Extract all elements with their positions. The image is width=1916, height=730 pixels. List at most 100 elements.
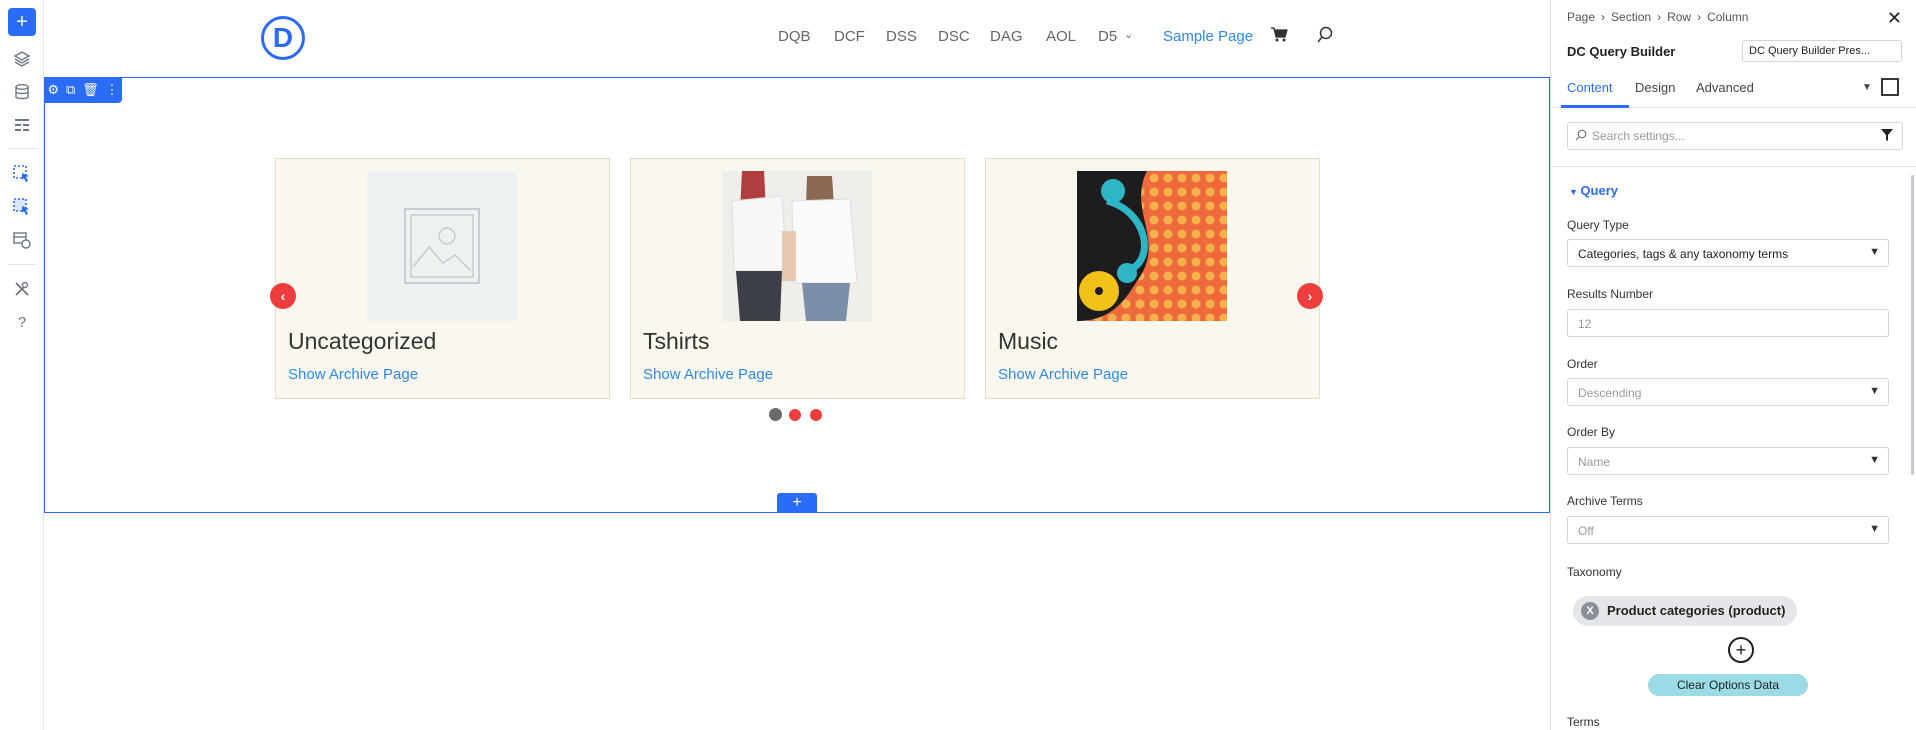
query-group-title: Query: [1580, 183, 1618, 198]
section-toolbar: ⚙ ⧉ 🗑 ⋮: [44, 77, 122, 103]
archive-terms-select[interactable]: Off ▼: [1567, 516, 1889, 544]
query-type-value: Categories, tags & any taxonomy terms: [1578, 247, 1789, 261]
preset-label: DC Query Builder Pres...: [1749, 45, 1871, 57]
nav-item-sample-page[interactable]: Sample Page: [1163, 28, 1253, 45]
tab-advanced[interactable]: Advanced: [1696, 80, 1754, 95]
divider: [1551, 166, 1916, 167]
settings-panel: Page › Section › Row › Column ✕ DC Query…: [1550, 0, 1916, 730]
module-title: DC Query Builder: [1567, 44, 1676, 59]
archive-terms-label: Archive Terms: [1567, 494, 1643, 508]
caret-down-icon[interactable]: ▼: [1862, 82, 1872, 93]
settings-search-input[interactable]: Search settings...: [1567, 122, 1903, 150]
trash-icon[interactable]: 🗑: [82, 82, 99, 98]
carousel-dot[interactable]: [789, 409, 801, 421]
builder-toolbar: + ?: [0, 0, 44, 730]
layout-icon[interactable]: [8, 111, 36, 139]
duplicate-icon[interactable]: ⧉: [66, 82, 75, 98]
toolbar-divider: [8, 264, 36, 265]
search-icon: [1575, 128, 1587, 146]
nav-item-dcf[interactable]: DCF: [834, 28, 865, 45]
nav-item-dss[interactable]: DSS: [886, 28, 917, 45]
tools-icon[interactable]: [8, 275, 36, 303]
card-title: Music: [998, 328, 1059, 354]
terms-label: Terms: [1567, 715, 1600, 729]
results-number-input[interactable]: 12: [1567, 309, 1889, 337]
caret-down-icon: ▼: [1569, 187, 1581, 197]
add-module-icon[interactable]: +: [8, 8, 36, 36]
carousel-card[interactable]: Uncategorized Show Archive Page: [275, 158, 610, 399]
carousel-card[interactable]: Music Show Archive Page: [985, 158, 1320, 399]
chevron-down-icon: ⌄: [1124, 29, 1134, 41]
select-icon[interactable]: [8, 160, 36, 188]
chevron-right-icon: ›: [1601, 10, 1606, 24]
order-by-select[interactable]: Name ▼: [1567, 447, 1889, 475]
nav-item-dag[interactable]: DAG: [990, 28, 1023, 45]
results-number-value: 12: [1578, 317, 1592, 331]
filter-icon[interactable]: [1880, 128, 1894, 145]
chevron-right-icon: ›: [1657, 10, 1662, 24]
add-row-button[interactable]: +: [777, 493, 817, 513]
breadcrumb-row[interactable]: Row: [1667, 10, 1691, 24]
placeholder-image: [367, 171, 517, 321]
breadcrumb-section[interactable]: Section: [1611, 10, 1651, 24]
card-archive-link[interactable]: Show Archive Page: [288, 366, 418, 383]
nav-item-dsc[interactable]: DSC: [938, 28, 970, 45]
carousel-card[interactable]: Tshirts Show Archive Page: [630, 158, 965, 399]
caret-down-icon: ▼: [1869, 385, 1880, 397]
active-tab-indicator: [1561, 105, 1629, 108]
layers-icon[interactable]: [8, 45, 36, 73]
order-by-value: Name: [1578, 455, 1611, 469]
nav-item-d5[interactable]: D5: [1098, 28, 1117, 45]
caret-down-icon: ▼: [1869, 523, 1880, 535]
results-number-label: Results Number: [1567, 287, 1654, 301]
close-icon[interactable]: ✕: [1887, 8, 1902, 29]
order-value: Descending: [1578, 386, 1642, 400]
remove-icon[interactable]: X: [1581, 602, 1599, 620]
builder-canvas: D DQB DCF DSS DSC DAG AOL D5 ⌄ Sample Pa…: [44, 0, 1550, 730]
order-by-label: Order By: [1567, 425, 1616, 439]
toolbar-divider: [8, 148, 36, 149]
nav-item-dqb[interactable]: DQB: [778, 28, 811, 45]
gear-icon[interactable]: ⚙: [47, 82, 59, 98]
help-icon[interactable]: ?: [8, 308, 36, 336]
caret-down-icon: ▼: [1869, 454, 1880, 466]
portability-icon[interactable]: [8, 226, 36, 254]
query-type-select[interactable]: Categories, tags & any taxonomy terms ▼: [1567, 239, 1889, 267]
panel-scrollbar[interactable]: [1911, 175, 1914, 475]
nav-item-aol[interactable]: AOL: [1046, 28, 1076, 45]
tshirts-image: [722, 171, 872, 321]
card-title: Uncategorized: [288, 328, 437, 354]
breadcrumb-page[interactable]: Page: [1567, 10, 1595, 24]
taxonomy-chip[interactable]: X Product categories (product): [1573, 596, 1798, 626]
taxonomy-chip-label: Product categories (product): [1607, 603, 1786, 618]
carousel-dot[interactable]: [810, 409, 822, 421]
responsive-icon[interactable]: [1881, 78, 1899, 99]
order-label: Order: [1567, 357, 1598, 371]
next-arrow-icon[interactable]: ›: [1297, 283, 1323, 309]
carousel-dot-active[interactable]: [769, 408, 782, 421]
search-placeholder: Search settings...: [1592, 129, 1685, 143]
preset-select[interactable]: DC Query Builder Pres...: [1742, 40, 1902, 62]
clear-options-button[interactable]: Clear Options Data: [1648, 674, 1808, 696]
chevron-right-icon: ›: [1697, 10, 1702, 24]
tab-design[interactable]: Design: [1635, 80, 1675, 95]
card-archive-link[interactable]: Show Archive Page: [643, 366, 773, 383]
music-image: [1077, 171, 1227, 321]
add-taxonomy-icon[interactable]: +: [1728, 637, 1754, 663]
caret-down-icon: ▼: [1869, 246, 1880, 258]
order-select[interactable]: Descending ▼: [1567, 378, 1889, 406]
card-title: Tshirts: [643, 328, 710, 354]
site-logo[interactable]: D: [261, 16, 305, 60]
multi-select-icon[interactable]: [8, 193, 36, 221]
breadcrumb-column[interactable]: Column: [1707, 10, 1748, 24]
tab-content[interactable]: Content: [1567, 80, 1613, 95]
prev-arrow-icon[interactable]: ‹: [270, 283, 296, 309]
cart-icon[interactable]: [1270, 26, 1288, 47]
query-group-toggle[interactable]: ▼ Query: [1569, 183, 1618, 198]
search-icon[interactable]: [1316, 26, 1334, 49]
archive-terms-value: Off: [1578, 524, 1594, 538]
site-header: D DQB DCF DSS DSC DAG AOL D5 ⌄ Sample Pa…: [44, 0, 1550, 76]
database-icon[interactable]: [8, 78, 36, 106]
card-archive-link[interactable]: Show Archive Page: [998, 366, 1128, 383]
more-icon[interactable]: ⋮: [106, 82, 119, 98]
